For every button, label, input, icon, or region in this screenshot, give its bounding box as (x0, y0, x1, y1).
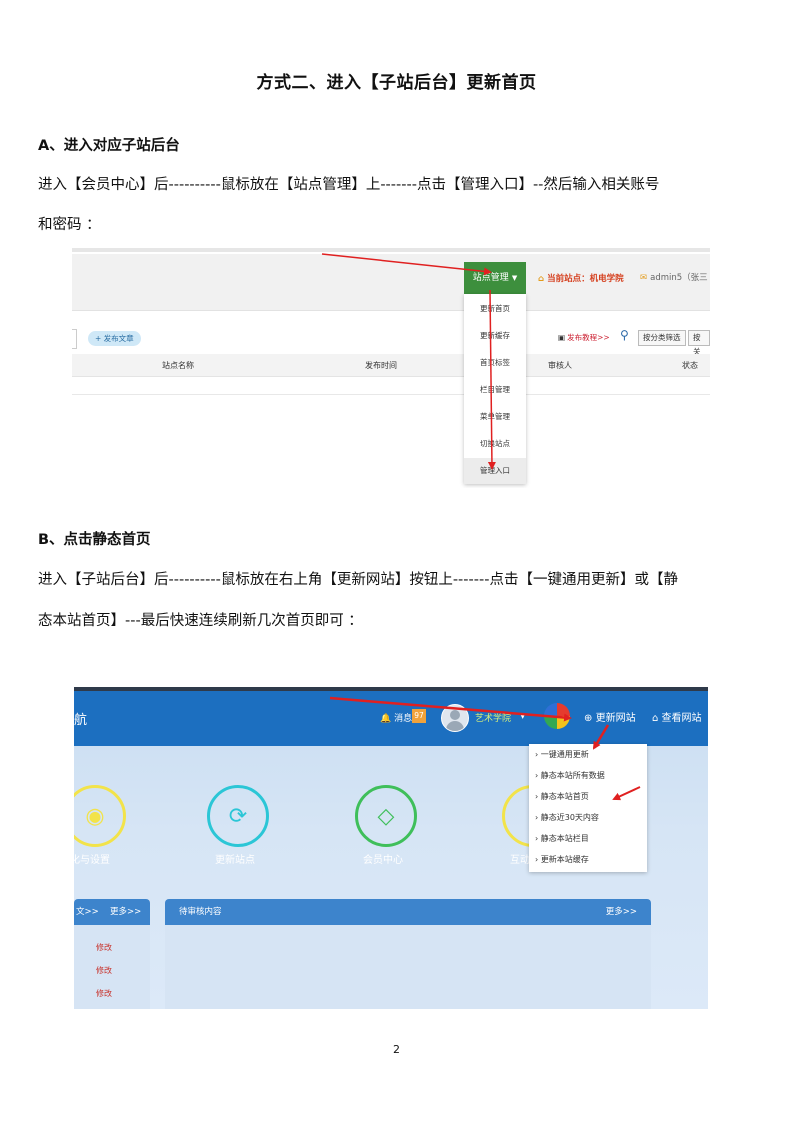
icon-label-settings: 化与设置 (74, 855, 110, 866)
dropdown-item-static-columns[interactable]: › 静态本站栏目 (535, 833, 589, 844)
menu-item-update-home[interactable]: 更新首页 (464, 302, 526, 316)
section-b-line2: 态本站首页】---最后快速连续刷新几次首页即可 ： (38, 613, 363, 629)
menu-item-home-tags[interactable]: 首页标签 (464, 356, 526, 370)
dropdown-item-update-cache[interactable]: › 更新本站缓存 (535, 854, 589, 865)
dropdown-item-label: 一键通用更新 (540, 750, 589, 759)
section-a-line1: 进入【会员中心】后----------鼠标放在【站点管理】上-------点击【… (38, 177, 660, 193)
top-border (72, 248, 710, 252)
icon-label-member-center: 会员中心 (363, 855, 403, 866)
menu-item-admin-entry[interactable]: 管理入口 (464, 458, 526, 484)
refresh-circle-icon[interactable]: ⟳ (207, 785, 269, 847)
update-site-label: 更新网站 (595, 713, 636, 724)
messages-link[interactable]: 🔔 消息 (380, 711, 412, 724)
mail-icon: ✉ (640, 273, 648, 283)
site-management-dropdown: 更新首页 更新缓存 首页标签 栏目管理 菜单管理 切换站点 管理入口 (464, 294, 526, 484)
edit-link[interactable]: 修改 (96, 942, 112, 953)
bell-icon: 🔔 (380, 714, 392, 724)
school-name[interactable]: 艺术学院 (475, 711, 511, 724)
nav-title: 航 (74, 713, 88, 728)
dropdown-item-static-30-days[interactable]: › 静态近30天内容 (535, 812, 599, 823)
publish-tutorial-text: 发布教程>> (567, 333, 610, 342)
left-panel-title: 文>> (76, 907, 99, 917)
left-panel: 文>> 更多>> 修改 修改 修改 (74, 899, 150, 1009)
cut-button[interactable] (72, 329, 77, 349)
left-panel-header: 文>> 更多>> (74, 899, 150, 925)
menu-item-update-cache[interactable]: 更新缓存 (464, 329, 526, 343)
pending-review-header: 待审核内容 更多>> (165, 899, 651, 925)
admin-user[interactable]: ✉ admin5（张三 (640, 271, 708, 283)
caret-down-icon[interactable]: ▼ (520, 712, 525, 720)
icon-label-update-site: 更新站点 (215, 855, 255, 866)
dropdown-item-label: 静态本站栏目 (540, 834, 589, 843)
view-site-button[interactable]: ⌂ 查看网站 (652, 709, 702, 724)
home-icon: ⌂ (652, 713, 659, 724)
site-management-menu[interactable]: 站点管理 ▼ (464, 262, 526, 294)
section-b-heading: B、点击静态首页 (38, 532, 151, 548)
search-icon[interactable]: ⚲ (620, 328, 629, 342)
col-reviewer: 审核人 (548, 361, 572, 370)
publish-article-button[interactable]: + 发布文章 (88, 331, 141, 346)
section-a-heading: A、进入对应子站后台 (38, 138, 180, 154)
publish-tutorial-link[interactable]: ▣ 发布教程>> (558, 332, 610, 343)
admin-name: admin5（张三 (650, 273, 708, 283)
filter-keyword-button[interactable]: 按关 (688, 330, 710, 356)
view-site-label: 查看网站 (661, 713, 702, 724)
dropdown-item-label: 静态本站首页 (540, 792, 589, 801)
menu-item-column-management[interactable]: 栏目管理 (464, 383, 526, 397)
settings-circle-icon[interactable]: ◉ (74, 785, 126, 847)
dropdown-item-label: 静态近30天内容 (540, 813, 599, 822)
left-panel-more-link[interactable]: 更多>> (110, 899, 141, 925)
col-status: 状态 (682, 361, 698, 370)
filter-category-button[interactable]: 按分类筛选 (638, 330, 686, 346)
dropdown-item-one-click-update[interactable]: › 一键通用更新 (535, 749, 589, 760)
page-title: 方式二、进入【子站后台】更新首页 (256, 73, 537, 93)
col-site-name: 站点名称 (162, 361, 194, 370)
section-b-line1: 进入【子站后台】后----------鼠标放在右上角【更新网站】按钮上-----… (38, 572, 678, 588)
edit-link[interactable]: 修改 (96, 988, 112, 999)
pending-review-more-link[interactable]: 更多>> (606, 899, 637, 925)
caret-down-icon: ▼ (511, 274, 518, 282)
update-site-button[interactable]: ⊕ 更新网站 (584, 709, 636, 724)
messages-label: 消息 (394, 714, 413, 724)
menu-item-switch-site[interactable]: 切换站点 (464, 437, 526, 451)
current-site-text: 当前站点：机电学院 (547, 274, 624, 284)
col-publish-time: 发布时间 (365, 361, 397, 370)
edit-link[interactable]: 修改 (96, 965, 112, 976)
screenshot-update-site: 航 🔔 消息 97 艺术学院 ▼ ⊕ 更新网站 ⌂ 查看网站 ◉ 化与设置 ⟳ … (74, 687, 708, 1009)
dropdown-item-static-home[interactable]: › 静态本站首页 (535, 791, 589, 802)
document-icon: ▣ (558, 333, 566, 342)
update-site-dropdown: › 一键通用更新 › 静态本站所有数据 › 静态本站首页 › 静态近30天内容 … (529, 744, 647, 872)
current-site: ⌂ 当前站点：机电学院 (538, 272, 624, 284)
dropdown-item-static-all-data[interactable]: › 静态本站所有数据 (535, 770, 605, 781)
dropdown-item-label: 静态本站所有数据 (540, 771, 605, 780)
message-count-badge: 97 (412, 709, 426, 723)
site-management-label: 站点管理 (472, 273, 509, 283)
home-icon: ⌂ (538, 274, 545, 284)
menu-item-menu-management[interactable]: 菜单管理 (464, 410, 526, 424)
avatar[interactable] (441, 704, 469, 732)
left-panel-body: 修改 修改 修改 (74, 925, 150, 1009)
pending-review-title: 待审核内容 (179, 907, 222, 917)
dropdown-item-label: 更新本站缓存 (540, 855, 589, 864)
screenshot-site-management: 站点管理 ▼ ⌂ 当前站点：机电学院 ✉ admin5（张三 + 发布文章 ▣ 发布教程… (72, 248, 710, 488)
diamond-circle-icon[interactable]: ◇ (355, 785, 417, 847)
site-logo (544, 703, 570, 729)
pending-review-panel: 待审核内容 更多>> (165, 899, 651, 1009)
section-a-line2: 和密码 ： (38, 217, 101, 233)
arrow-right-circle-icon: ⊕ (584, 713, 593, 724)
pending-review-body (165, 925, 651, 1009)
table-divider (72, 394, 710, 395)
page-number: 2 (393, 1043, 400, 1056)
